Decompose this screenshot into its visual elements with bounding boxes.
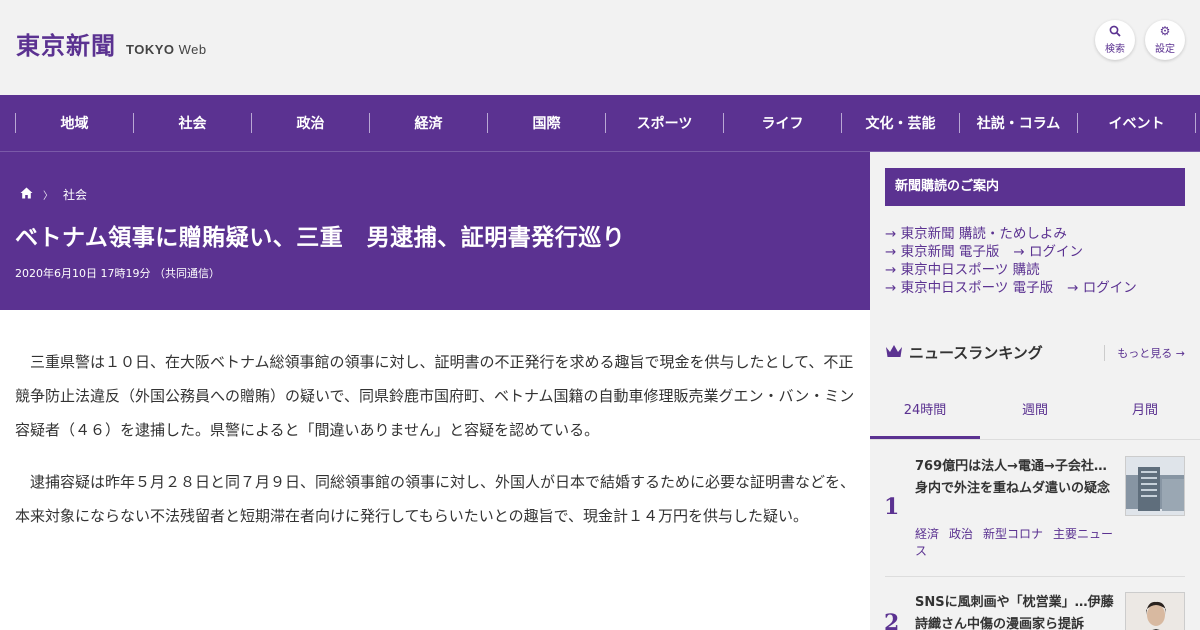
nav-item-culture[interactable]: 文化・芸能 [842, 113, 959, 133]
nav-item-politics[interactable]: 政治 [252, 113, 369, 133]
ranking-tags: 経済 政治 新型コロナ 主要ニュース [915, 526, 1115, 560]
logo-mark: 東京新聞 [16, 31, 116, 60]
ranking-tabs: 24時間 週間 月間 [870, 388, 1200, 440]
logo-subtitle: TOKYO Web [126, 42, 207, 57]
subscribe-link[interactable]: 東京新聞 購読・ためしよみ [901, 226, 1067, 242]
sports-subscribe-link[interactable]: 東京中日スポーツ 購読 [901, 262, 1040, 278]
tag-link[interactable]: 新型コロナ [983, 527, 1043, 541]
sports-digital-link[interactable]: 東京中日スポーツ 電子版 [901, 280, 1054, 296]
subscribe-links: → 東京新聞 購読・ためしよみ → 東京新聞 電子版 → ログイン → 東京中日ス… [885, 225, 1137, 297]
tab-weekly[interactable]: 週間 [980, 388, 1090, 439]
article-title: ベトナム領事に贈賄疑い、三重 男逮捕、証明書発行巡り [15, 225, 626, 251]
ranking-header: ニュースランキング もっと見る → [885, 342, 1185, 363]
main-nav: 地域 社会 政治 経済 国際 スポーツ ライフ 文化・芸能 社説・コラム イベン… [0, 95, 1200, 152]
ranking-headline[interactable]: 769億円は法人→電通→子会社…身内で外注を重ねムダ遣いの疑念 [915, 456, 1115, 500]
ranking-headline[interactable]: SNSに風刺画や「枕営業」…伊藤詩織さん中傷の漫画家ら提訴 [915, 592, 1115, 630]
arrow-right-icon: → [885, 262, 897, 278]
login-link[interactable]: ログイン [1029, 244, 1083, 260]
article-thumbnail[interactable] [1125, 592, 1185, 630]
search-icon [1109, 25, 1121, 38]
home-icon[interactable] [20, 187, 33, 203]
nav-item-society[interactable]: 社会 [134, 113, 251, 133]
article-paragraph: 三重県警は１０日、在大阪ベトナム総領事館の領事に対し、証明書の不正発行を求める趣… [15, 353, 855, 439]
nav-item-events[interactable]: イベント [1078, 113, 1195, 133]
search-label: 検索 [1105, 44, 1125, 55]
nav-divider [1195, 113, 1196, 133]
article-thumbnail[interactable] [1125, 456, 1185, 516]
arrow-right-icon: → [1175, 346, 1185, 360]
sidebar: 新聞購読のご案内 → 東京新聞 購読・ためしよみ → 東京新聞 電子版 → ログイ… [870, 152, 1200, 630]
chevron-right-icon: 〉 [43, 191, 53, 202]
breadcrumb: 〉 社会 [20, 186, 87, 203]
nav-item-sports[interactable]: スポーツ [606, 113, 723, 133]
subscribe-heading: 新聞購読のご案内 [885, 168, 1185, 206]
site-logo[interactable]: 東京新聞 TOKYO Web [16, 26, 207, 61]
rank-number: 2 [884, 610, 900, 630]
nav-item-life[interactable]: ライフ [724, 113, 841, 133]
digital-edition-link[interactable]: 東京新聞 電子版 [901, 244, 1000, 260]
tag-link[interactable]: 経済 [915, 527, 939, 541]
article-paragraph: 逮捕容疑は昨年５月２８日と同７月９日、同総領事館の領事に対し、外国人が日本で結婚… [15, 473, 856, 525]
article-header: 〉 社会 ベトナム領事に贈賄疑い、三重 男逮捕、証明書発行巡り 2020年6月1… [0, 152, 870, 310]
settings-button[interactable]: ⚙ 設定 [1145, 20, 1185, 60]
search-button[interactable]: 検索 [1095, 20, 1135, 60]
nav-item-international[interactable]: 国際 [488, 113, 605, 133]
article-dateline: 2020年6月10日 17時19分 （共同通信） [15, 267, 220, 280]
more-link[interactable]: もっと見る → [1104, 344, 1185, 361]
nav-item-economy[interactable]: 経済 [370, 113, 487, 133]
divider [885, 576, 1185, 577]
arrow-right-icon: → [885, 226, 897, 242]
ranking-title: ニュースランキング [909, 344, 1043, 362]
site-header: 東京新聞 TOKYO Web 検索 ⚙ 設定 [0, 0, 1200, 95]
arrow-right-icon: → [1013, 244, 1025, 260]
tab-24h[interactable]: 24時間 [870, 388, 980, 439]
tag-link[interactable]: 政治 [949, 527, 973, 541]
gear-icon: ⚙ [1159, 24, 1171, 38]
arrow-right-icon: → [1067, 280, 1079, 296]
settings-label: 設定 [1155, 44, 1175, 55]
rank-number: 1 [884, 494, 900, 520]
arrow-right-icon: → [885, 280, 897, 296]
article-body: 三重県警は１０日、在大阪ベトナム総領事館の領事に対し、証明書の不正発行を求める趣… [15, 345, 855, 551]
arrow-right-icon: → [885, 244, 897, 260]
nav-item-region[interactable]: 地域 [16, 113, 133, 133]
crown-icon [885, 343, 903, 363]
sports-login-link[interactable]: ログイン [1083, 280, 1137, 296]
breadcrumb-category[interactable]: 社会 [63, 186, 87, 203]
nav-item-editorial[interactable]: 社説・コラム [960, 113, 1077, 133]
tab-monthly[interactable]: 月間 [1090, 388, 1200, 439]
